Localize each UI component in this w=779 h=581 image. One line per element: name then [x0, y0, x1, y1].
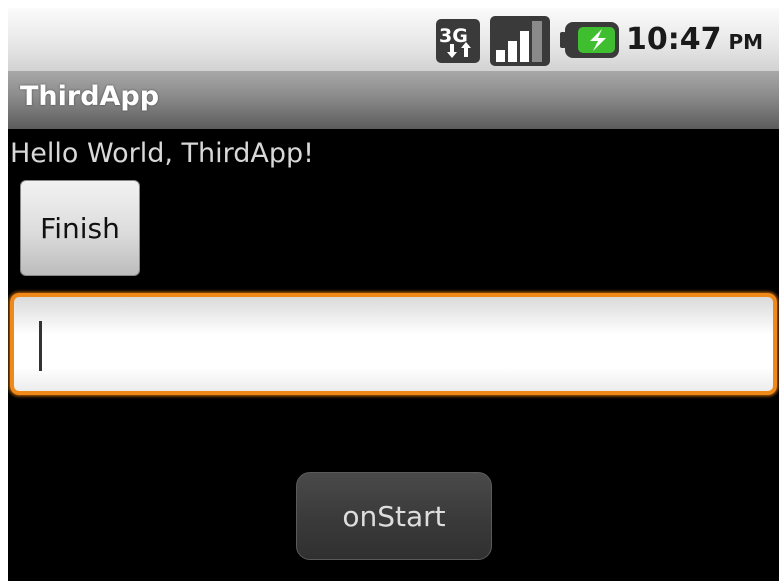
network-3g-icon: 3G — [436, 19, 480, 63]
clock-time: 10:47 — [626, 22, 722, 57]
finish-button[interactable]: Finish — [20, 180, 140, 276]
text-cursor — [39, 321, 42, 371]
network-label: 3G — [439, 25, 468, 47]
hello-text: Hello World, ThirdApp! — [10, 138, 315, 169]
text-input[interactable] — [10, 293, 777, 395]
signal-strength-icon — [490, 16, 550, 66]
battery-charging-icon — [560, 22, 619, 58]
app-title: ThirdApp — [20, 81, 160, 112]
device-screen: 3G 10:47 PM ThirdApp Hello World, ThirdA… — [8, 8, 779, 581]
onstart-button[interactable]: onStart — [296, 472, 492, 560]
status-clock: 10:47 PM — [626, 22, 763, 58]
onstart-button-label: onStart — [342, 499, 446, 533]
clock-ampm: PM — [728, 30, 764, 54]
finish-button-label: Finish — [40, 211, 120, 245]
status-bar: 3G 10:47 PM — [8, 8, 779, 71]
title-bar: ThirdApp — [8, 71, 779, 129]
